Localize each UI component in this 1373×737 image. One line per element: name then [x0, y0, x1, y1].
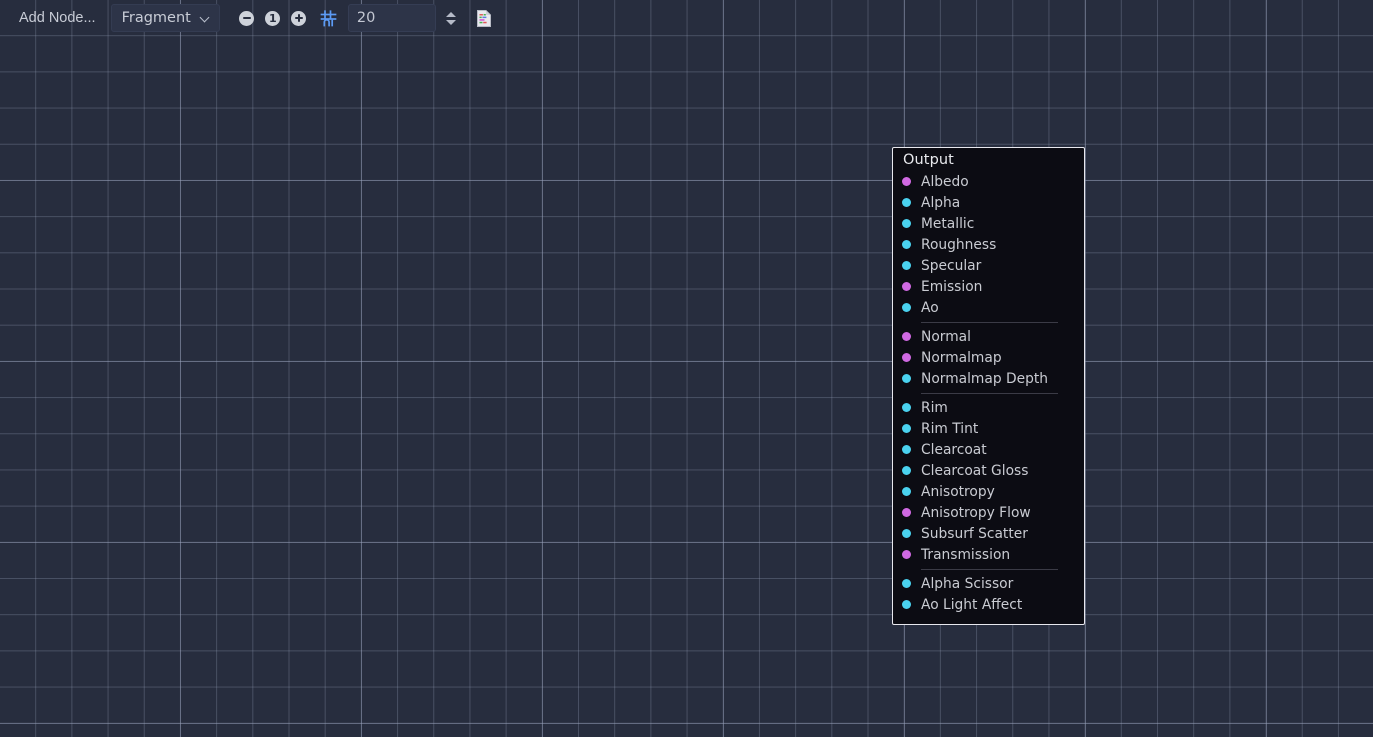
- node-port-row[interactable]: Alpha: [893, 192, 1084, 213]
- node-port-list: Albedo Alpha Metallic Roughness Specular Emis…: [893, 171, 1084, 615]
- port-label: Subsurf Scatter: [921, 526, 1028, 542]
- port-connector-icon[interactable]: [902, 240, 911, 249]
- snap-grid-icon: [320, 10, 337, 27]
- port-connector-icon[interactable]: [902, 219, 911, 228]
- shader-stage-dropdown[interactable]: Fragment: [111, 4, 220, 32]
- port-label: Normalmap: [921, 350, 1002, 366]
- port-label: Transmission: [921, 547, 1010, 563]
- port-label: Clearcoat Gloss: [921, 463, 1028, 479]
- add-node-button[interactable]: Add Node...: [10, 5, 105, 31]
- zoom-in-icon: [291, 11, 306, 26]
- port-connector-icon[interactable]: [902, 282, 911, 291]
- snap-distance-input[interactable]: 20: [348, 4, 436, 32]
- port-connector-icon[interactable]: [902, 466, 911, 475]
- port-connector-icon[interactable]: [902, 600, 911, 609]
- port-connector-icon[interactable]: [902, 579, 911, 588]
- node-port-row[interactable]: Clearcoat Gloss: [893, 460, 1084, 481]
- port-label: Anisotropy Flow: [921, 505, 1031, 521]
- chevron-up-icon: [446, 12, 456, 17]
- port-connector-icon[interactable]: [902, 303, 911, 312]
- node-title: Output: [893, 148, 1084, 171]
- zoom-out-button[interactable]: [234, 5, 260, 31]
- node-port-row[interactable]: Clearcoat: [893, 439, 1084, 460]
- port-label: Alpha Scissor: [921, 576, 1013, 592]
- node-port-row[interactable]: Ao: [893, 297, 1084, 318]
- node-port-row[interactable]: Normalmap Depth: [893, 368, 1084, 389]
- port-label: Clearcoat: [921, 442, 987, 458]
- port-connector-icon[interactable]: [902, 353, 911, 362]
- port-group-separator: [921, 569, 1058, 570]
- node-port-row[interactable]: Specular: [893, 255, 1084, 276]
- node-port-row[interactable]: Transmission: [893, 544, 1084, 565]
- shader-graph-toolbar: Add Node... Fragment 1 20: [0, 0, 497, 36]
- node-port-row[interactable]: Ao Light Affect: [893, 594, 1084, 615]
- port-group-separator: [921, 322, 1058, 323]
- zoom-in-button[interactable]: [286, 5, 312, 31]
- snap-distance-stepper[interactable]: [440, 5, 462, 31]
- port-connector-icon[interactable]: [902, 261, 911, 270]
- zoom-reset-button[interactable]: 1: [260, 5, 286, 31]
- port-connector-icon[interactable]: [902, 198, 911, 207]
- port-connector-icon[interactable]: [902, 445, 911, 454]
- port-label: Specular: [921, 258, 981, 274]
- node-port-row[interactable]: Albedo: [893, 171, 1084, 192]
- node-port-row[interactable]: Metallic: [893, 213, 1084, 234]
- node-port-row[interactable]: Anisotropy: [893, 481, 1084, 502]
- port-connector-icon[interactable]: [902, 550, 911, 559]
- shader-stage-label: Fragment: [122, 10, 191, 26]
- port-label: Rim: [921, 400, 948, 416]
- port-label: Emission: [921, 279, 982, 295]
- port-group: Normal Normalmap Normalmap Depth: [893, 326, 1084, 389]
- port-label: Ao: [921, 300, 939, 316]
- port-connector-icon[interactable]: [902, 177, 911, 186]
- chevron-down-icon: [446, 20, 456, 25]
- port-label: Metallic: [921, 216, 974, 232]
- snap-distance-value: 20: [357, 10, 375, 26]
- port-label: Anisotropy: [921, 484, 995, 500]
- zoom-out-icon: [239, 11, 254, 26]
- port-label: Normalmap Depth: [921, 371, 1048, 387]
- shader-code-button[interactable]: [471, 5, 497, 31]
- node-port-row[interactable]: Alpha Scissor: [893, 573, 1084, 594]
- port-connector-icon[interactable]: [902, 374, 911, 383]
- node-port-row[interactable]: Subsurf Scatter: [893, 523, 1084, 544]
- port-connector-icon[interactable]: [902, 487, 911, 496]
- port-connector-icon[interactable]: [902, 403, 911, 412]
- node-port-row[interactable]: Normalmap: [893, 347, 1084, 368]
- port-group-separator: [921, 393, 1058, 394]
- port-connector-icon[interactable]: [902, 529, 911, 538]
- port-label: Ao Light Affect: [921, 597, 1022, 613]
- shader-graph-canvas[interactable]: [0, 0, 1373, 737]
- node-port-row[interactable]: Rim Tint: [893, 418, 1084, 439]
- port-connector-icon[interactable]: [902, 332, 911, 341]
- port-label: Alpha: [921, 195, 960, 211]
- node-port-row[interactable]: Emission: [893, 276, 1084, 297]
- port-label: Rim Tint: [921, 421, 978, 437]
- node-port-row[interactable]: Anisotropy Flow: [893, 502, 1084, 523]
- output-shader-node[interactable]: Output Albedo Alpha Metallic Roughness Specu…: [892, 147, 1085, 625]
- port-connector-icon[interactable]: [902, 508, 911, 517]
- chevron-down-icon: [200, 13, 211, 24]
- node-port-row[interactable]: Normal: [893, 326, 1084, 347]
- port-label: Roughness: [921, 237, 996, 253]
- shader-code-file-icon: [475, 9, 493, 28]
- port-group: Rim Rim Tint Clearcoat Clearcoat Gloss Aniso…: [893, 397, 1084, 565]
- snap-grid-toggle-button[interactable]: [316, 5, 342, 31]
- node-port-row[interactable]: Roughness: [893, 234, 1084, 255]
- zoom-reset-icon: 1: [265, 11, 280, 26]
- port-label: Albedo: [921, 174, 969, 190]
- port-connector-icon[interactable]: [902, 424, 911, 433]
- port-group: Albedo Alpha Metallic Roughness Specular Emis…: [893, 171, 1084, 318]
- port-group: Alpha Scissor Ao Light Affect: [893, 573, 1084, 615]
- port-label: Normal: [921, 329, 971, 345]
- node-port-row[interactable]: Rim: [893, 397, 1084, 418]
